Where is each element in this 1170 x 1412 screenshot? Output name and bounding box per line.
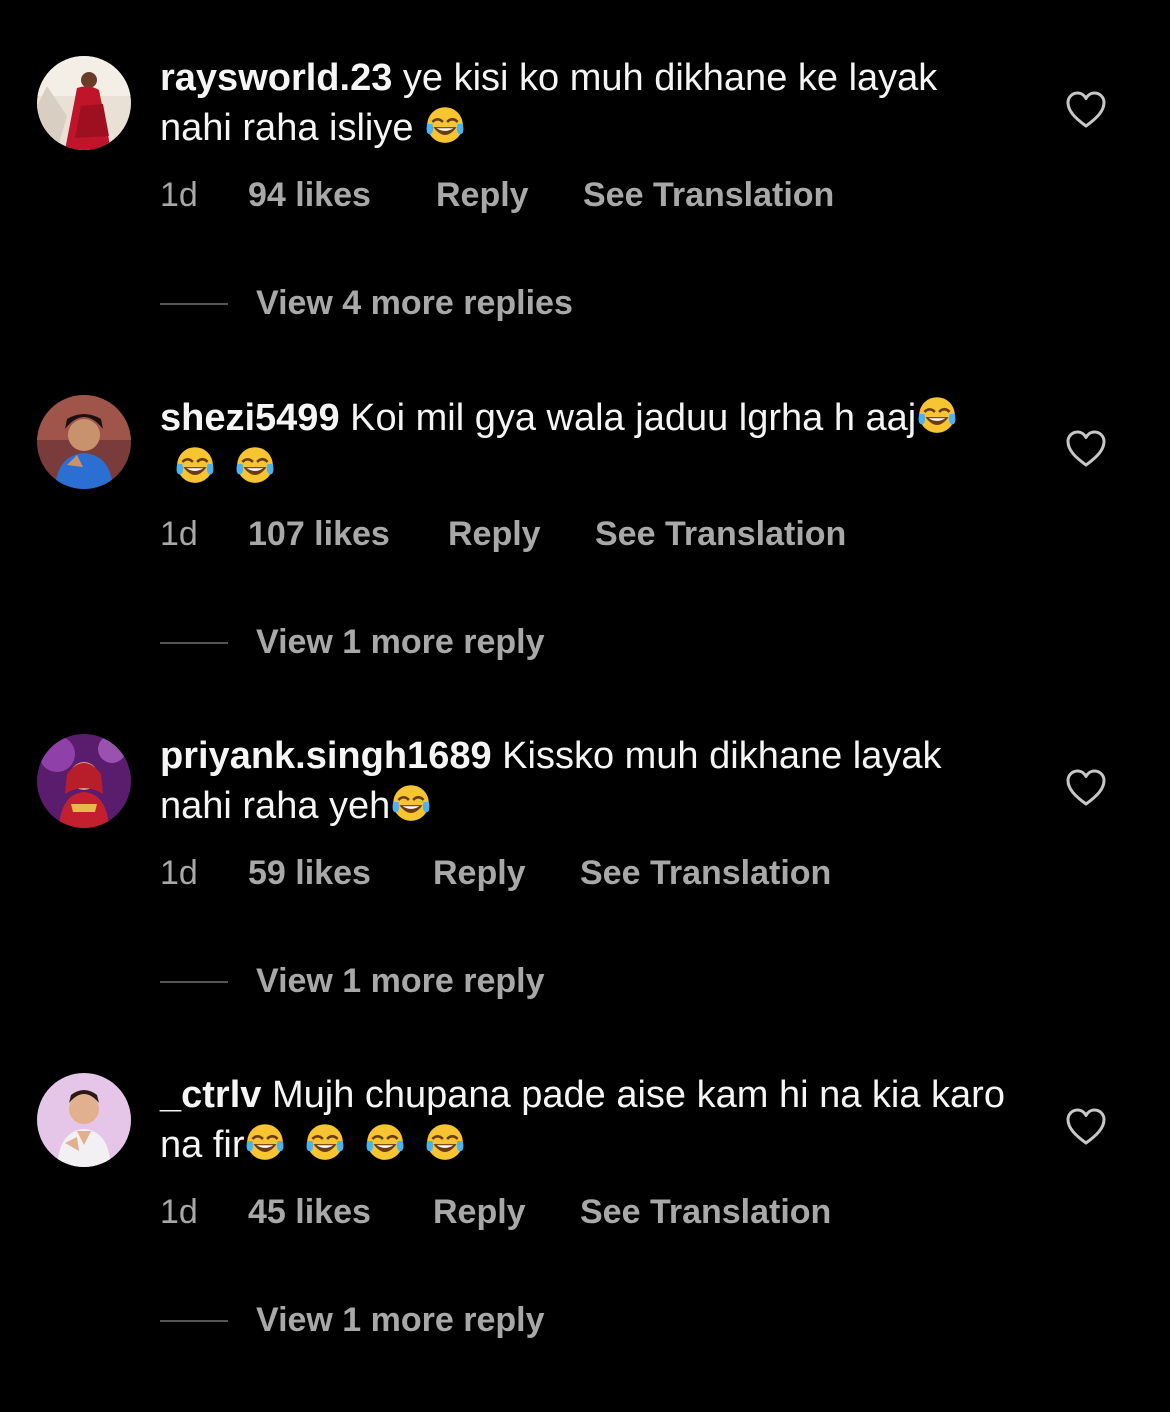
heart-outline-icon[interactable] <box>1065 1107 1107 1147</box>
heart-outline-icon[interactable] <box>1065 768 1107 808</box>
comment-time: 1d <box>160 854 198 892</box>
comment-text-block: raysworld.23 ye kisi ko muh dikhane ke l… <box>160 54 1010 153</box>
reply-button[interactable]: Reply <box>433 1193 580 1232</box>
comment-meta: 1d 107 likes Reply See Translation <box>160 515 846 554</box>
view-replies-label: View 4 more replies <box>256 284 573 322</box>
laughing-emoji-icon <box>234 443 280 483</box>
comment-text-block: _ctrlv Mujh chupana pade aise kam hi na … <box>160 1071 1010 1170</box>
comment-text-block: shezi5499 Koi mil gya wala jaduu lgrha h… <box>160 393 1010 493</box>
laughing-emoji-icon <box>424 103 470 143</box>
view-replies-label: View 1 more reply <box>256 623 545 661</box>
comment-likes[interactable]: 94 likes <box>248 176 436 215</box>
comment-time: 1d <box>160 1193 198 1231</box>
replies-divider <box>160 641 228 644</box>
comment-username[interactable]: raysworld.23 <box>160 57 392 99</box>
laughing-emoji-icon <box>244 1120 290 1160</box>
view-replies-button[interactable]: View 1 more reply <box>160 623 545 662</box>
comment-time: 1d <box>160 176 198 214</box>
comment-item: priyank.singh1689 Kissko muh dikhane lay… <box>0 734 1170 1073</box>
reply-button[interactable]: Reply <box>433 854 580 893</box>
user-avatar[interactable] <box>37 395 131 489</box>
replies-divider <box>160 980 228 983</box>
see-translation-button[interactable]: See Translation <box>580 1193 831 1232</box>
comment-likes[interactable]: 59 likes <box>248 854 433 893</box>
view-replies-label: View 1 more reply <box>256 1301 545 1339</box>
see-translation-button[interactable]: See Translation <box>580 854 831 893</box>
user-avatar[interactable] <box>37 734 131 828</box>
comment-item: raysworld.23 ye kisi ko muh dikhane ke l… <box>0 56 1170 395</box>
comment-username[interactable]: shezi5499 <box>160 397 340 439</box>
comment-likes[interactable]: 45 likes <box>248 1193 433 1232</box>
comment-likes[interactable]: 107 likes <box>248 515 448 554</box>
comment-time: 1d <box>160 515 198 553</box>
laughing-emoji-icon <box>390 781 436 821</box>
see-translation-button[interactable]: See Translation <box>583 176 834 215</box>
view-replies-button[interactable]: View 1 more reply <box>160 1301 545 1340</box>
comment-item: shezi5499 Koi mil gya wala jaduu lgrha h… <box>0 395 1170 734</box>
user-avatar[interactable] <box>37 56 131 150</box>
heart-outline-icon[interactable] <box>1065 90 1107 130</box>
reply-button[interactable]: Reply <box>448 515 595 554</box>
laughing-emoji-icon <box>364 1120 410 1160</box>
comment-meta: 1d 45 likes Reply See Translation <box>160 1193 831 1232</box>
comment-text-block: priyank.singh1689 Kissko muh dikhane lay… <box>160 732 1010 831</box>
comment-item: _ctrlv Mujh chupana pade aise kam hi na … <box>0 1073 1170 1412</box>
view-replies-button[interactable]: View 4 more replies <box>160 284 573 323</box>
laughing-emoji-icon <box>174 443 220 483</box>
comment-meta: 1d 94 likes Reply See Translation <box>160 176 834 215</box>
user-avatar[interactable] <box>37 1073 131 1167</box>
laughing-emoji-icon <box>304 1120 350 1160</box>
replies-divider <box>160 302 228 305</box>
reply-button[interactable]: Reply <box>436 176 583 215</box>
view-replies-button[interactable]: View 1 more reply <box>160 962 545 1001</box>
replies-divider <box>160 1319 228 1322</box>
laughing-emoji-icon <box>424 1120 470 1160</box>
comment-username[interactable]: priyank.singh1689 <box>160 735 492 777</box>
laughing-emoji-icon <box>916 393 962 433</box>
see-translation-button[interactable]: See Translation <box>595 515 846 554</box>
comment-username[interactable]: _ctrlv <box>160 1074 261 1116</box>
view-replies-label: View 1 more reply <box>256 962 545 1000</box>
heart-outline-icon[interactable] <box>1065 429 1107 469</box>
comment-meta: 1d 59 likes Reply See Translation <box>160 854 831 893</box>
comment-body: Koi mil gya wala jaduu lgrha h aaj <box>350 397 917 439</box>
